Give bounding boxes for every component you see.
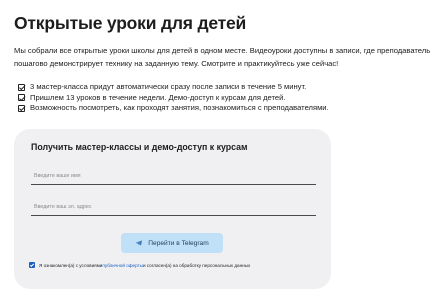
email-input[interactable] (31, 197, 316, 217)
benefit-item: 3 мастер-класса придут автоматически сра… (18, 82, 438, 93)
benefits-list: 3 мастер-класса придут автоматически сра… (18, 82, 438, 114)
signup-form-card: Получить мастер-классы и демо-доступ к к… (14, 129, 331, 289)
offer-link[interactable]: публичной оферты (102, 263, 143, 268)
benefit-item: Возможность посмотреть, как проходят зан… (18, 103, 438, 114)
consent-text-prefix: Я ознакомлен(а) с условиями (39, 262, 103, 268)
telegram-submit-button[interactable]: Перейти в Telegram (121, 233, 223, 253)
name-field-container (31, 164, 316, 186)
consent-text-suffix: и согласен(а) на обработку персональных … (142, 262, 251, 268)
intro-text: Мы собрали все открытые уроки школы для … (14, 46, 431, 68)
name-input[interactable] (31, 166, 316, 186)
consent-checkbox[interactable] (29, 262, 35, 268)
checkbox-icon (18, 104, 25, 112)
benefit-text: Пришлем 13 уроков в течение недели. Демо… (30, 92, 286, 102)
form-title: Получить мастер-классы и демо-доступ к к… (31, 142, 248, 152)
benefit-text: 3 мастер-класса придут автоматически сра… (30, 82, 307, 91)
checkbox-icon (18, 83, 25, 91)
telegram-icon (135, 240, 143, 246)
consent-row: Я ознакомлен(а) с условиями публичной оф… (29, 262, 250, 268)
page-title: Открытые уроки для детей (14, 13, 247, 33)
benefit-item: Пришлем 13 уроков в течение недели. Демо… (18, 93, 438, 104)
benefit-text: Возможность посмотреть, как проходят зан… (30, 103, 329, 113)
telegram-button-label: Перейти в Telegram (148, 239, 209, 247)
email-field-container (31, 195, 316, 217)
checkbox-icon (18, 94, 25, 102)
